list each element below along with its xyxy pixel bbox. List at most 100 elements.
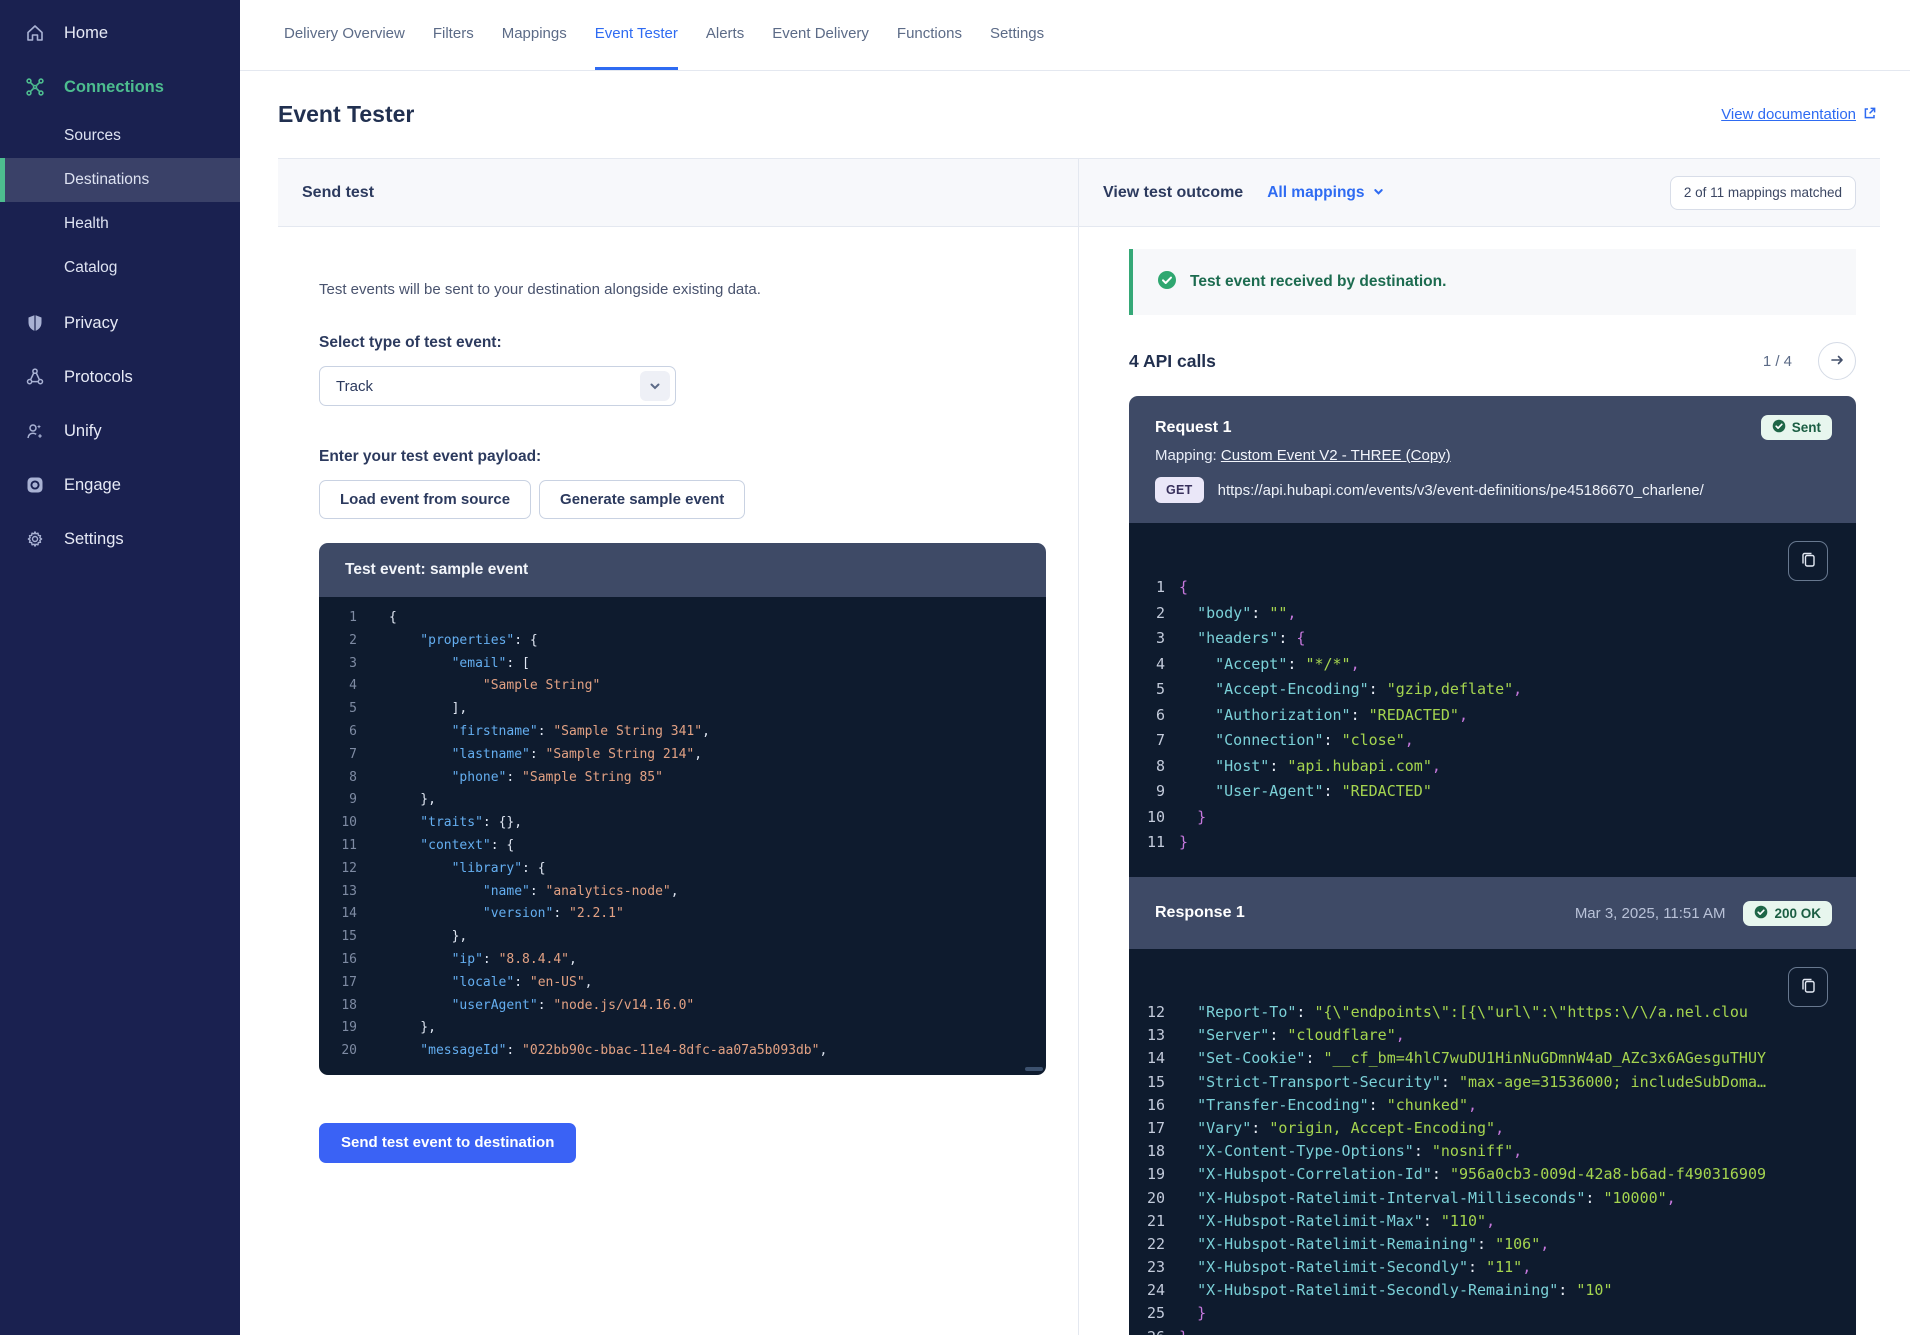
send-test-intro: Test events will be sent to your destina… — [319, 281, 1042, 298]
payload-editor[interactable]: Test event: sample event 1{2"properties"… — [319, 543, 1046, 1075]
copy-icon — [1800, 977, 1817, 997]
panels: Send test Test events will be sent to yo… — [278, 158, 1880, 1335]
load-event-from-source-button[interactable]: Load event from source — [319, 480, 531, 519]
home-icon — [24, 23, 46, 43]
copy-request-button[interactable] — [1788, 541, 1828, 581]
sidebar-item-home[interactable]: Home — [0, 6, 240, 60]
test-outcome-body: Test event received by destination. 4 AP… — [1079, 227, 1880, 1335]
tab-settings[interactable]: Settings — [990, 0, 1044, 70]
send-test-title: Send test — [302, 184, 374, 202]
sidebar-item-label: Engage — [64, 476, 121, 495]
check-circle-icon — [1157, 270, 1177, 295]
request-status-label: Sent — [1792, 420, 1821, 435]
send-test-band: Send test — [278, 159, 1078, 227]
response-code[interactable]: 12 "Report-To": "{\"endpoints\":[{\"url\… — [1129, 949, 1856, 1335]
payload-editor-code[interactable]: 1{2"properties": {3"email": [4"Sample St… — [331, 607, 1046, 1063]
tab-event-delivery[interactable]: Event Delivery — [772, 0, 869, 70]
sidebar-item-engage[interactable]: Engage — [0, 458, 240, 512]
sidebar-item-health[interactable]: Health — [0, 202, 240, 246]
page-header: Event Tester View documentation — [240, 71, 1910, 158]
sidebar-item-privacy[interactable]: Privacy — [0, 296, 240, 350]
editor-horizontal-scrollbar[interactable] — [1025, 1067, 1043, 1071]
api-calls-title: 4 API calls — [1129, 351, 1763, 372]
request-code-block: 1{2 "body": "",3 "headers": {4 "Accept":… — [1129, 523, 1856, 877]
sidebar-item-label: Settings — [64, 530, 124, 549]
connections-icon — [24, 77, 46, 97]
request-status-badge: Sent — [1761, 415, 1832, 440]
test-outcome-title: View test outcome — [1103, 184, 1243, 202]
sidebar-item-catalog[interactable]: Catalog — [0, 246, 240, 290]
response-status-badge: 200 OK — [1743, 901, 1832, 926]
sidebar-item-protocols[interactable]: Protocols — [0, 350, 240, 404]
mappings-matched-badge: 2 of 11 mappings matched — [1670, 176, 1856, 210]
mappings-filter-dropdown[interactable]: All mappings — [1267, 184, 1383, 202]
view-documentation-label: View documentation — [1721, 106, 1856, 123]
generate-sample-event-button[interactable]: Generate sample event — [539, 480, 745, 519]
tab-functions[interactable]: Functions — [897, 0, 962, 70]
arrow-right-icon — [1829, 352, 1845, 371]
sidebar-item-label: Home — [64, 24, 108, 43]
payload-label: Enter your test event payload: — [319, 448, 1042, 466]
sidebar-item-label: Sources — [64, 127, 121, 145]
request-url: https://api.hubapi.com/events/v3/event-d… — [1218, 482, 1704, 499]
sidebar-item-unify[interactable]: Unify — [0, 404, 240, 458]
response-header: Response 1 Mar 3, 2025, 11:51 AM 200 OK — [1129, 877, 1856, 949]
request-code[interactable]: 1{2 "body": "",3 "headers": {4 "Accept":… — [1129, 523, 1856, 877]
send-test-body: Test events will be sent to your destina… — [278, 227, 1078, 1335]
send-test-event-button[interactable]: Send test event to destination — [319, 1123, 576, 1163]
success-banner: Test event received by destination. — [1129, 249, 1856, 315]
test-outcome-band: View test outcome All mappings 2 of 11 m… — [1079, 159, 1880, 227]
response-timestamp: Mar 3, 2025, 11:51 AM — [1575, 905, 1726, 922]
event-type-value: Track — [336, 378, 373, 395]
next-api-call-button[interactable] — [1818, 342, 1856, 380]
sidebar-item-label: Catalog — [64, 259, 117, 277]
shield-icon — [24, 313, 46, 333]
mappings-filter-value: All mappings — [1267, 184, 1364, 202]
tab-bar: Delivery Overview Filters Mappings Event Te… — [240, 0, 1910, 71]
response-code-block: 12 "Report-To": "{\"endpoints\":[{\"url\… — [1129, 949, 1856, 1335]
tab-delivery-overview[interactable]: Delivery Overview — [284, 0, 405, 70]
api-call-card: Request 1 Sent Mapping: — [1129, 396, 1856, 1335]
sidebar-item-label: Unify — [64, 422, 102, 441]
protocols-icon — [24, 367, 46, 387]
check-circle-icon — [1772, 419, 1786, 436]
sidebar-item-label: Connections — [64, 78, 164, 97]
tab-filters[interactable]: Filters — [433, 0, 474, 70]
tab-event-tester[interactable]: Event Tester — [595, 0, 678, 70]
mapping-link[interactable]: Custom Event V2 - THREE (Copy) — [1221, 447, 1451, 464]
event-type-select[interactable]: Track — [319, 366, 676, 406]
mapping-label: Mapping: — [1155, 447, 1217, 464]
app-root: Home Connections Sources Destinations Health… — [0, 0, 1910, 1335]
main-area: Delivery OverviewFiltersMappingsEvent Te… — [240, 0, 1910, 1335]
unify-icon — [24, 421, 46, 441]
test-outcome-panel: View test outcome All mappings 2 of 11 m… — [1079, 159, 1880, 1335]
chevron-down-icon — [1373, 184, 1384, 202]
external-link-icon — [1863, 106, 1877, 124]
request-title: Request 1 — [1155, 419, 1231, 437]
sidebar-item-destinations[interactable]: Destinations — [0, 158, 240, 202]
page-title: Event Tester — [278, 101, 414, 128]
sidebar-item-connections[interactable]: Connections — [0, 60, 240, 114]
sidebar: Home Connections Sources Destinations Health… — [0, 0, 240, 1335]
api-calls-row: 4 API calls 1 / 4 — [1129, 342, 1856, 380]
request-header: Request 1 Sent Mapping: — [1129, 396, 1856, 523]
sidebar-item-sources[interactable]: Sources — [0, 114, 240, 158]
engage-icon — [24, 475, 46, 495]
tab-mappings[interactable]: Mappings — [502, 0, 567, 70]
sidebar-item-label: Protocols — [64, 368, 133, 387]
sidebar-item-label: Destinations — [64, 171, 149, 189]
view-documentation-link[interactable]: View documentation — [1721, 106, 1877, 124]
http-method-chip: GET — [1155, 477, 1204, 503]
tab-alerts[interactable]: Alerts — [706, 0, 744, 70]
event-type-label: Select type of test event: — [319, 334, 1042, 352]
payload-editor-title: Test event: sample event — [319, 543, 1046, 597]
api-calls-pagination: 1 / 4 — [1763, 353, 1792, 370]
chevron-down-icon — [640, 371, 670, 401]
sidebar-item-label: Privacy — [64, 314, 118, 333]
sidebar-item-settings[interactable]: Settings — [0, 512, 240, 566]
copy-response-button[interactable] — [1788, 967, 1828, 1007]
sidebar-item-label: Health — [64, 215, 109, 233]
copy-icon — [1800, 551, 1817, 571]
send-test-panel: Send test Test events will be sent to yo… — [278, 159, 1079, 1335]
gear-icon — [24, 529, 46, 549]
